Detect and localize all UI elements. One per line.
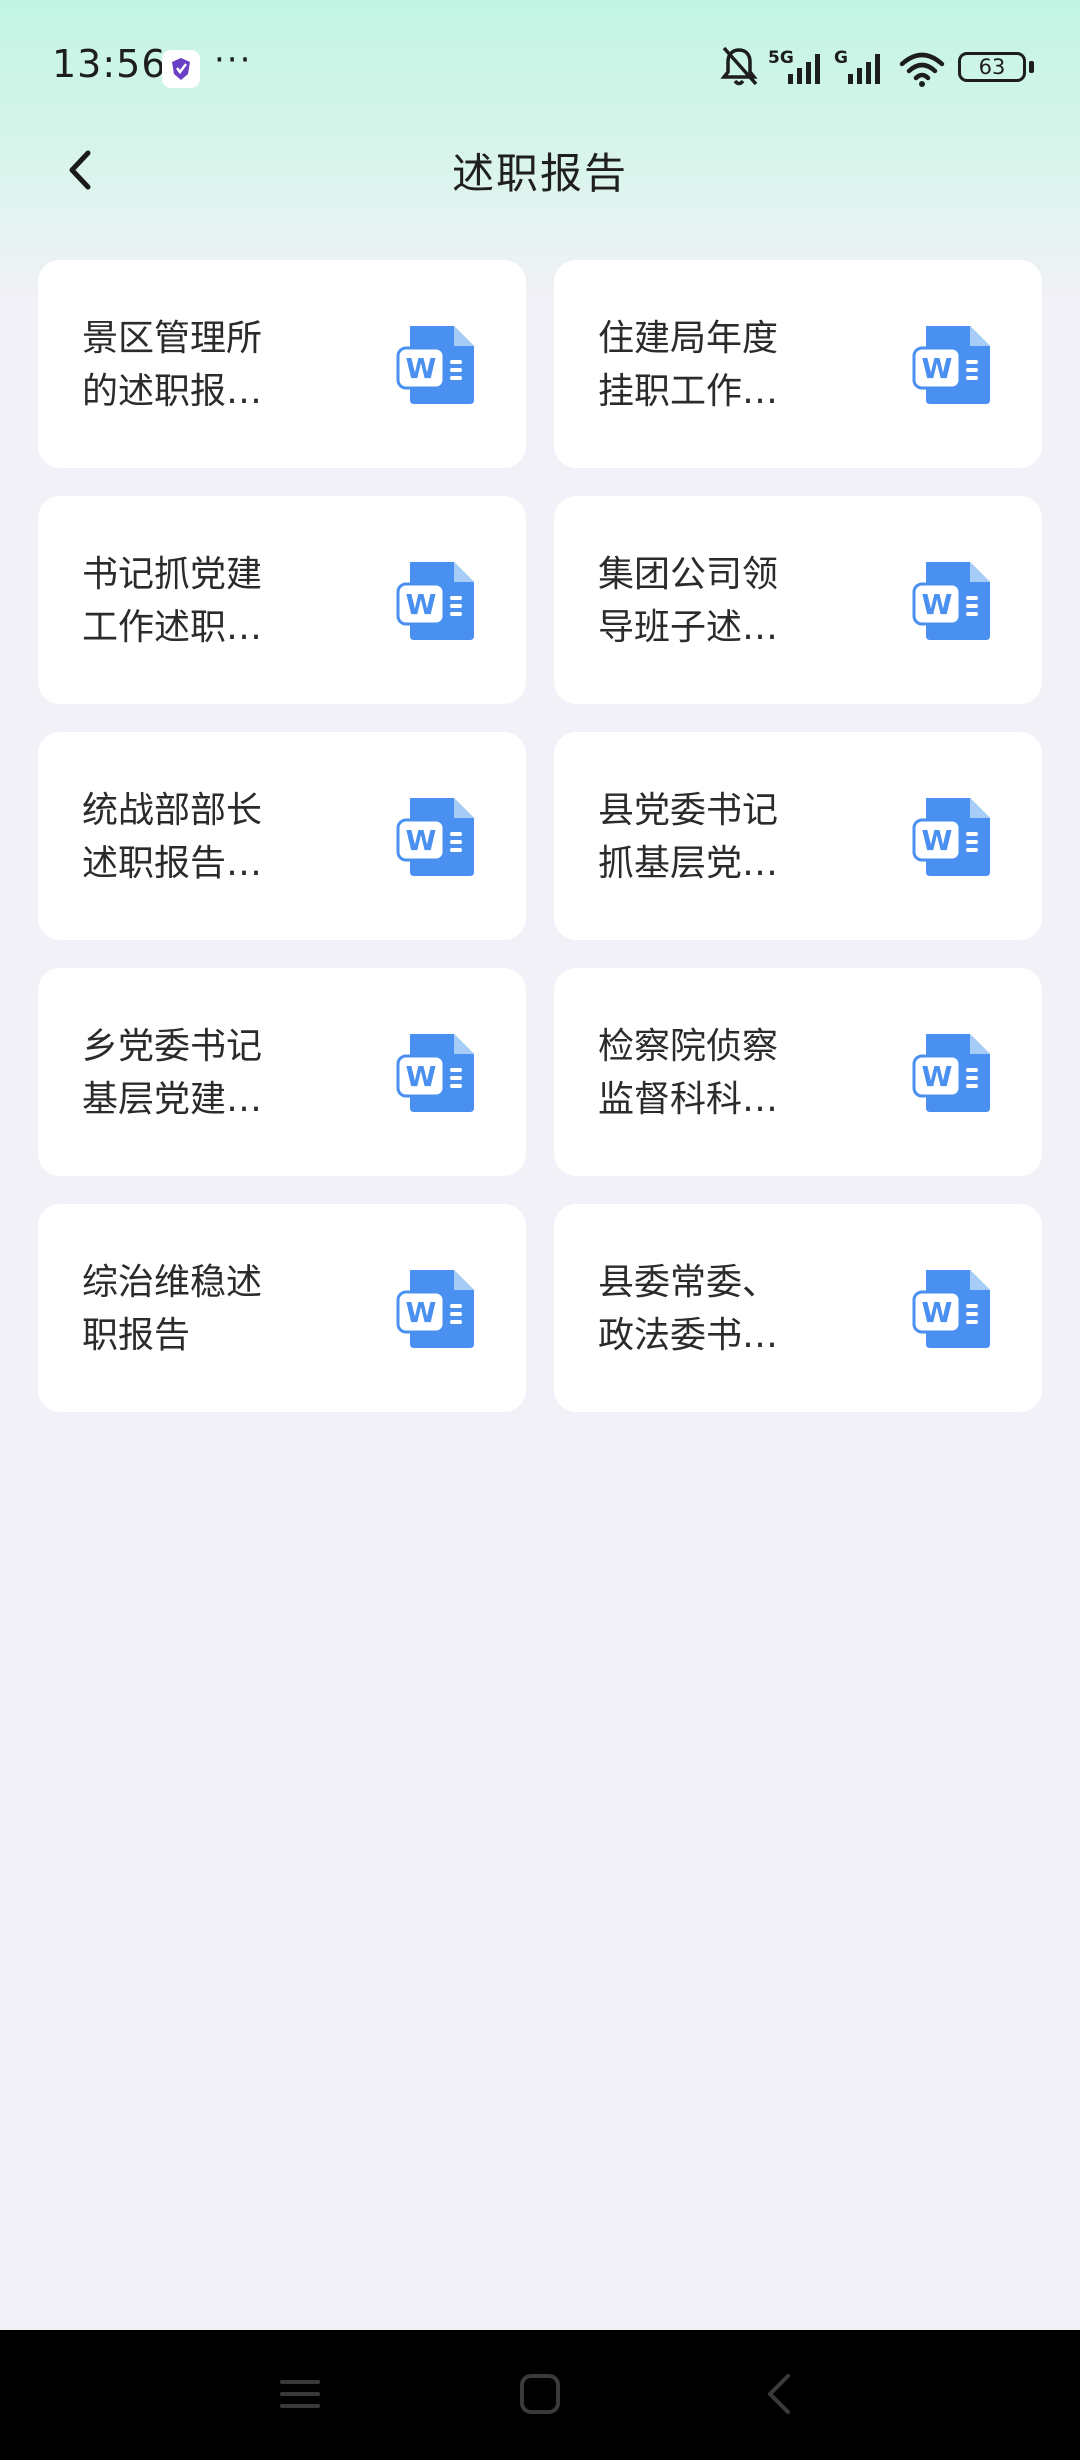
menu-icon[interactable] <box>270 2364 330 2424</box>
svg-text:W: W <box>922 1296 953 1329</box>
report-card[interactable]: 县党委书记抓基层党… W <box>554 732 1042 940</box>
report-card-title: 县党委书记抓基层党… <box>598 790 779 884</box>
svg-text:W: W <box>922 588 953 621</box>
battery-tip <box>1029 61 1034 73</box>
word-doc-icon: W <box>396 562 474 640</box>
word-doc-icon: W <box>912 1034 990 1112</box>
report-grid: 景区管理所的述职报… W 住建局年度挂职工作… W 书记抓党建工作述职… W 集… <box>38 260 1042 1412</box>
svg-text:W: W <box>406 824 437 857</box>
report-card-title: 综治维稳述职报告 <box>82 1262 263 1356</box>
word-doc-icon: W <box>912 1270 990 1348</box>
svg-text:W: W <box>406 1060 437 1093</box>
report-card[interactable]: 集团公司领导班子述… W <box>554 496 1042 704</box>
report-card-title: 景区管理所的述职报… <box>82 318 263 412</box>
report-card[interactable]: 综治维稳述职报告 W <box>38 1204 526 1412</box>
report-card-title: 统战部部长述职报告… <box>82 790 263 884</box>
status-bar: 13:56 ··· 5G G 63 <box>0 0 1080 135</box>
word-doc-icon: W <box>912 562 990 640</box>
signal-bars-icon-2 <box>848 54 880 84</box>
report-card-title: 住建局年度挂职工作… <box>598 318 779 412</box>
report-card[interactable]: 景区管理所的述职报… W <box>38 260 526 468</box>
word-doc-icon: W <box>396 798 474 876</box>
mute-bell-icon <box>720 46 758 86</box>
svg-text:W: W <box>406 352 437 385</box>
word-doc-icon: W <box>396 1034 474 1112</box>
report-card[interactable]: 乡党委书记基层党建… W <box>38 968 526 1176</box>
wifi-icon <box>899 52 945 87</box>
word-doc-icon: W <box>396 1270 474 1348</box>
report-card-title: 检察院侦察监督科科… <box>598 1026 779 1120</box>
report-card-title: 乡党委书记基层党建… <box>82 1026 263 1120</box>
word-doc-icon: W <box>396 326 474 404</box>
report-card[interactable]: 统战部部长述职报告… W <box>38 732 526 940</box>
report-card-title: 县委常委、政法委书… <box>598 1262 779 1356</box>
svg-text:W: W <box>406 588 437 621</box>
report-card[interactable]: 书记抓党建工作述职… W <box>38 496 526 704</box>
home-icon[interactable] <box>510 2364 570 2424</box>
svg-text:W: W <box>922 1060 953 1093</box>
system-nav-bar <box>0 2330 1080 2460</box>
svg-text:W: W <box>922 824 953 857</box>
word-doc-icon: W <box>912 326 990 404</box>
page-title: 述职报告 <box>451 149 628 198</box>
back-icon[interactable] <box>750 2364 810 2424</box>
signal-bars-icon <box>788 54 820 84</box>
more-notifications-icon: ··· <box>214 40 253 80</box>
svg-text:W: W <box>922 352 953 385</box>
report-card[interactable]: 住建局年度挂职工作… W <box>554 260 1042 468</box>
report-card-title: 集团公司领导班子述… <box>598 554 779 648</box>
report-card-title: 书记抓党建工作述职… <box>82 554 263 648</box>
app-notification-icon <box>162 50 200 88</box>
word-doc-icon: W <box>912 798 990 876</box>
report-card[interactable]: 检察院侦察监督科科… W <box>554 968 1042 1176</box>
status-time: 13:56 <box>52 42 167 86</box>
battery-indicator: 63 <box>958 52 1026 82</box>
report-card[interactable]: 县委常委、政法委书… W <box>554 1204 1042 1412</box>
svg-text:W: W <box>406 1296 437 1329</box>
